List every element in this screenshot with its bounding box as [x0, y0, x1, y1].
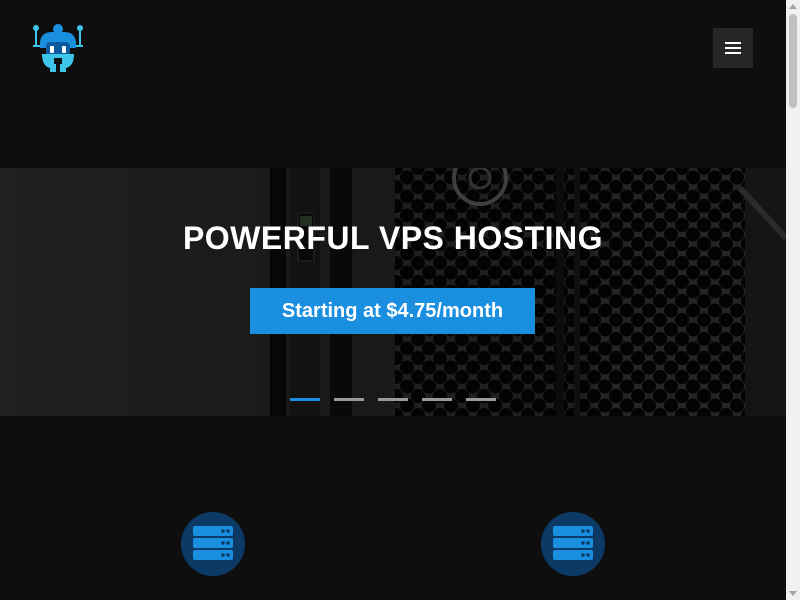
server-icon [181, 512, 245, 576]
page-scrollbar[interactable] [786, 0, 800, 600]
hamburger-menu-icon [725, 42, 741, 54]
slide-dot-2[interactable] [334, 398, 364, 401]
page: POWERFUL VPS HOSTING Starting at $4.75/m… [0, 0, 786, 600]
scroll-down-arrow-icon[interactable] [789, 591, 797, 596]
features-section [0, 416, 786, 600]
site-header [0, 0, 786, 168]
scroll-up-arrow-icon[interactable] [789, 4, 797, 9]
slide-dot-3[interactable] [378, 398, 408, 401]
pricing-cta-button[interactable]: Starting at $4.75/month [250, 288, 535, 334]
slide-dot-5[interactable] [466, 398, 496, 401]
hero-title: POWERFUL VPS HOSTING [182, 220, 604, 256]
hero-slider: POWERFUL VPS HOSTING Starting at $4.75/m… [0, 168, 786, 416]
scroll-thumb[interactable] [789, 14, 797, 108]
slide-dot-4[interactable] [422, 398, 452, 401]
slide-dot-1[interactable] [290, 398, 320, 401]
menu-button[interactable] [713, 28, 753, 68]
server-icon [541, 512, 605, 576]
robot-logo-icon[interactable] [30, 22, 86, 74]
